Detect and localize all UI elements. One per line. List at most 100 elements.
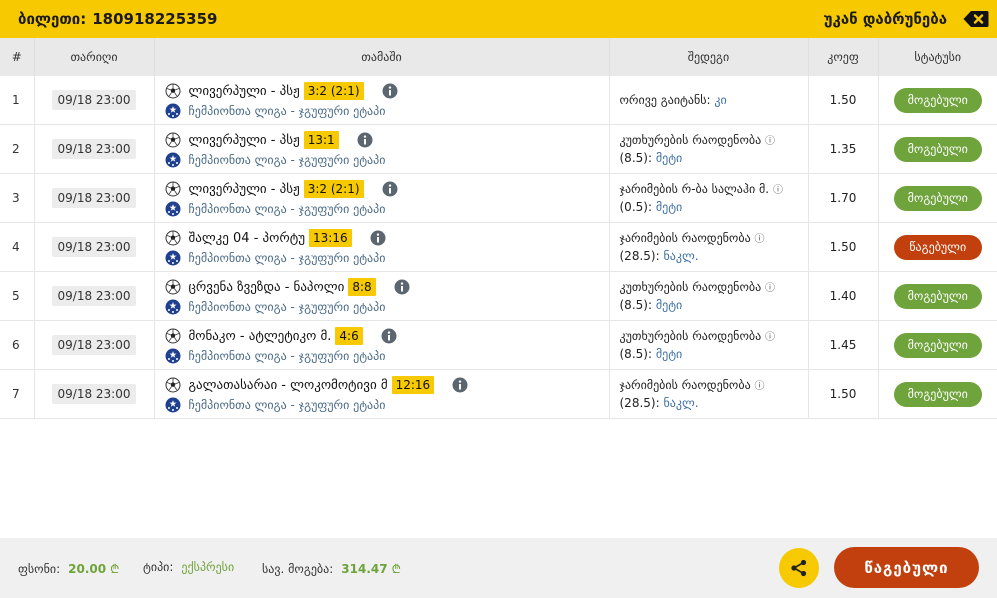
share-button[interactable] (779, 548, 819, 588)
row-game-cell: ლივერპული - პსჟ 3:2 (2:1) ჩემპიონთა ლიგა… (154, 173, 610, 223)
info-small-icon: ⓘ (754, 380, 765, 392)
soccer-ball-icon (165, 328, 180, 344)
table-row: 6 09/18 23:00 მონაკო - ატლეტიკო მ. 4:6 ჩ… (0, 320, 997, 370)
backspace-icon (963, 11, 989, 27)
col-result-header: შედეგი (609, 38, 809, 76)
row-result-cell: კუთხურების რაოდენობა ⓘ (8.5): მეტი (609, 124, 809, 174)
match-name: ლივერპული - პსჟ (188, 132, 300, 148)
row-number: 7 (0, 369, 35, 419)
score-badge: 13:16 (309, 229, 352, 247)
champions-league-icon (165, 250, 180, 266)
row-number: 2 (0, 124, 35, 174)
row-game-cell: მონაკო - ატლეტიკო მ. 4:6 ჩემპიონთა ლიგა … (154, 320, 610, 370)
result-text: ჯარიმების რ-ბა სალაჰი მ. (619, 181, 770, 196)
row-date: 09/18 23:00 (51, 90, 137, 110)
row-result-cell: ორივე გაიტანს: ⓘ კი (609, 76, 809, 125)
match-name: ლივერპული - პსჟ (188, 181, 300, 197)
info-icon[interactable] (452, 377, 468, 393)
result-value: ნაკლ. (663, 395, 699, 410)
league-name: ჩემპიონთა ლიგა - ჯგუფური ეტაპი (188, 202, 386, 216)
row-status-cell: მოგებული (878, 369, 997, 419)
score-badge: 3:2 (2:1) (303, 180, 364, 198)
ticket-id: 180918225359 (92, 10, 218, 28)
stake-value: 20.00 (68, 561, 107, 576)
info-icon[interactable] (370, 230, 386, 246)
row-status-cell: მოგებული (878, 124, 997, 174)
possible-win-info: სავ. მოგება: 314.47 ₾ (262, 560, 401, 577)
result-extra: (0.5): (619, 199, 653, 214)
result-text: ჯარიმების რაოდენობა (619, 230, 751, 245)
col-game-header: თამაში (154, 38, 610, 76)
back-label: უკან დაბრუნება (823, 10, 947, 28)
row-date: 09/18 23:00 (51, 139, 137, 159)
result-text: ორივე გაიტანს: (619, 92, 711, 107)
champions-league-icon (165, 103, 180, 119)
row-status-cell: მოგებული (878, 76, 997, 125)
champions-league-icon (165, 201, 180, 217)
score-badge: 3:2 (2:1) (303, 82, 364, 100)
result-text: ჯარიმების რაოდენობა (619, 377, 751, 392)
champions-league-icon (165, 152, 180, 168)
match-name: ლივერპული - პსჟ (188, 83, 300, 99)
status-badge: მოგებული (893, 381, 982, 407)
info-icon[interactable] (381, 328, 397, 344)
row-odds: 1.50 (808, 76, 879, 125)
league-name: ჩემპიონთა ლიგა - ჯგუფური ეტაპი (188, 398, 386, 412)
league-name: ჩემპიონთა ლიგა - ჯგუფური ეტაპი (188, 153, 386, 167)
match-name: შალკე 04 - პორტუ (188, 230, 306, 246)
soccer-ball-icon (165, 132, 180, 148)
row-date-cell: 09/18 23:00 (34, 320, 155, 370)
info-icon[interactable] (382, 181, 398, 197)
ticket-title: ბილეთი: 180918225359 (18, 10, 217, 28)
back-button[interactable]: უკან დაბრუნება (824, 10, 989, 28)
row-result-cell: ჯარიმების რ-ბა სალაჰი მ. ⓘ (0.5): მეტი (609, 173, 809, 223)
result-value: მეტი (655, 346, 683, 361)
league-name: ჩემპიონთა ლიგა - ჯგუფური ეტაპი (188, 104, 386, 118)
row-date-cell: 09/18 23:00 (34, 369, 155, 419)
top-bar: ბილეთი: 180918225359 უკან დაბრუნება (0, 0, 997, 38)
status-badge: წაგებული (893, 234, 982, 260)
row-date-cell: 09/18 23:00 (34, 173, 155, 223)
col-num-header: # (0, 38, 35, 76)
stake-label: ფსონი: (18, 561, 61, 576)
status-badge: მოგებული (893, 185, 982, 211)
status-badge: მოგებული (893, 87, 982, 113)
row-odds: 1.70 (808, 173, 879, 223)
result-extra: (28.5): (619, 395, 660, 410)
result-value: მეტი (655, 150, 683, 165)
result-text: კუთხურების რაოდენობა (619, 328, 762, 343)
row-status-cell: მოგებული (878, 173, 997, 223)
info-icon[interactable] (382, 83, 398, 99)
row-status-cell: მოგებული (878, 271, 997, 321)
type-info: ტიპი: ექსპრესი (143, 560, 234, 574)
info-small-icon: ⓘ (765, 282, 776, 294)
status-badge: მოგებული (893, 283, 982, 309)
row-result-cell: კუთხურების რაოდენობა ⓘ (8.5): მეტი (609, 320, 809, 370)
result-value: ნაკლ. (663, 248, 699, 263)
possible-win-value: 314.47 (341, 561, 388, 576)
possible-win-label: სავ. მოგება: (262, 561, 334, 576)
row-result-cell: კუთხურების რაოდენობა ⓘ (8.5): მეტი (609, 271, 809, 321)
result-value: მეტი (655, 199, 683, 214)
row-number: 4 (0, 222, 35, 272)
share-icon (791, 559, 807, 577)
info-icon[interactable] (357, 132, 373, 148)
table-row: 1 09/18 23:00 ლივერპული - პსჟ 3:2 (2:1) (0, 76, 997, 125)
result-extra: (8.5): (619, 297, 653, 312)
row-odds: 1.40 (808, 271, 879, 321)
row-number: 1 (0, 76, 35, 125)
row-game-cell: ლივერპული - პსჟ 3:2 (2:1) ჩემპიონთა ლიგა… (154, 76, 610, 125)
soccer-ball-icon (165, 377, 180, 393)
row-game-cell: შალკე 04 - პორტუ 13:16 ჩემპიონთა ლიგა - … (154, 222, 610, 272)
info-icon[interactable] (394, 279, 410, 295)
currency-symbol: ₾ (391, 562, 401, 576)
row-odds: 1.50 (808, 222, 879, 272)
row-date: 09/18 23:00 (51, 237, 137, 257)
row-date-cell: 09/18 23:00 (34, 76, 155, 125)
soccer-ball-icon (165, 83, 180, 99)
row-date: 09/18 23:00 (51, 335, 137, 355)
footer-bar: ფსონი: 20.00 ₾ ტიპი: ექსპრესი სავ. მოგებ… (0, 538, 997, 598)
result-value: მეტი (655, 297, 683, 312)
result-extra: (8.5): (619, 150, 653, 165)
lost-status-button[interactable]: წაგებული (834, 547, 979, 588)
